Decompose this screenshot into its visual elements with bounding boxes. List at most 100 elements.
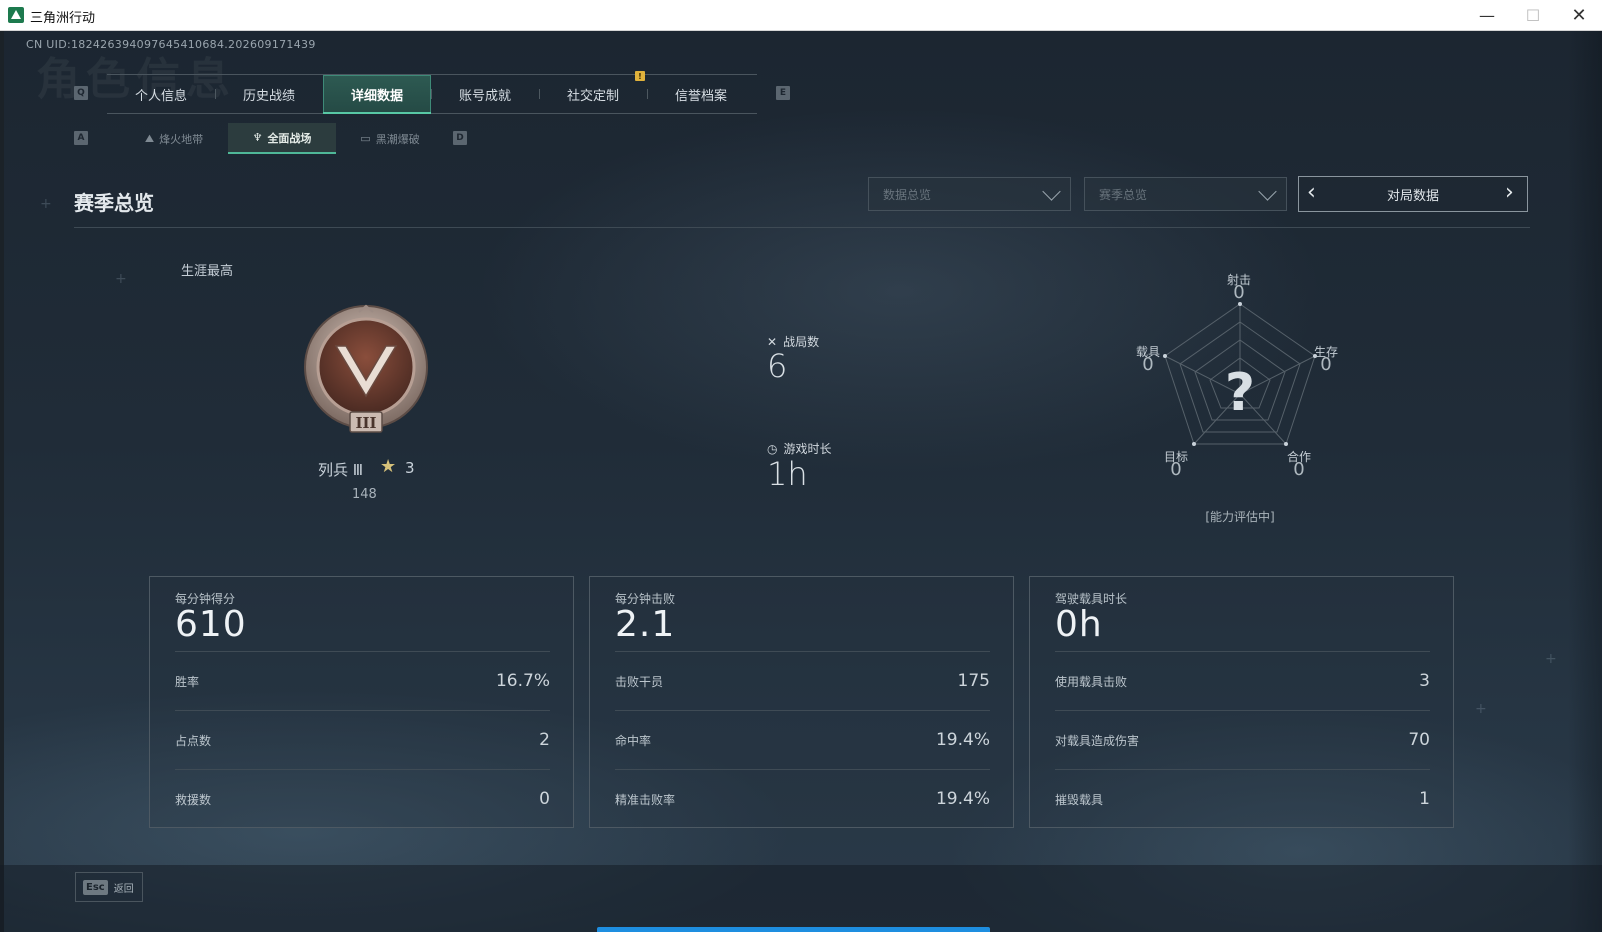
stat-label: 对载具造成伤害 [1055,733,1140,748]
card-main-value: 2.1 [615,604,676,645]
rank-name: 列兵 Ⅲ [318,461,364,479]
score-stats-card: 每分钟得分 610 胜率 16.7% 占点数 2 救援数 0 [149,576,574,828]
notification-badge: ! [635,71,645,81]
back-label: 返回 [113,883,134,895]
left-border [0,31,4,932]
stat-label: 胜率 [175,674,200,689]
stat-row: 使用载具击败 3 [1055,651,1430,710]
subtab-label: 烽火地带 [159,132,204,146]
stat-label: 占点数 [175,733,212,748]
stat-label: 摧毁载具 [1055,792,1104,807]
stat-row: 胜率 16.7% [175,651,550,710]
stat-value: 19.4% [935,730,990,750]
next-tab-key-hint[interactable]: E [776,86,790,100]
chevron-down-icon [1258,182,1277,201]
dropdown-value: 数据总览 [883,187,932,202]
main-tab-bar: 个人信息 历史战绩 详细数据 账号成就 社交定制 信誉档案 [107,74,757,114]
ability-radar-chart: ? [1163,302,1317,446]
pager-label: 对局数据 [1386,188,1439,204]
stat-value: 3 [1419,671,1430,691]
rank-medal-icon: III [304,304,428,433]
stat-row: 占点数 2 [175,710,550,769]
tab-social-customization[interactable]: 社交定制 [539,75,647,113]
rank-star-count: 3 [405,459,415,477]
tower-icon: ♆ [252,131,263,144]
maximize-button[interactable]: ☐ [1510,0,1556,30]
matches-label-text: 战局数 [783,335,820,349]
season-dropdown[interactable]: 赛季总览 [1084,177,1287,211]
unknown-icon: ? [1225,363,1255,423]
chevron-down-icon [1042,182,1061,201]
tab-credit-record[interactable]: 信誉档案 [647,75,755,113]
stat-label: 命中率 [615,733,652,748]
radar-value-shooting: 0 [1233,282,1245,303]
player-uid: CN UID:1824263940976454106​84.2026091714… [26,38,316,51]
back-button[interactable]: Esc 返回 [75,872,143,902]
loading-progress-bar [597,927,990,932]
stat-value: 16.7% [495,671,550,691]
subtab-label: 黑潮爆破 [375,132,420,146]
bottom-bar [0,865,1602,932]
prev-subtab-key-hint[interactable]: A [74,131,88,145]
stat-row: 命中率 19.4% [615,710,990,769]
stat-label: 使用载具击败 [1055,674,1128,689]
card-main-value: 0h [1055,604,1103,645]
career-highest-label: 生涯最高 [181,264,234,279]
matches-value: 6 [767,347,788,385]
app-logo-icon [8,7,24,23]
prev-tab-key-hint[interactable]: Q [74,86,88,100]
stat-label: 击败干员 [615,674,664,689]
subtab-label: 全面战场 [267,131,312,145]
subtab-blackout-demolition[interactable]: ▭ 黑潮爆破 [336,123,444,154]
clock-icon: ◷ [767,441,778,456]
stat-row: 击败干员 175 [615,651,990,710]
right-border [1568,31,1602,932]
radar-value-cooperation: 0 [1293,459,1305,480]
playtime-value: 1h [767,455,808,493]
map-icon: ▭ [360,132,371,145]
radar-value-vehicle: 0 [1142,354,1154,375]
rank-score: 148 [352,487,377,502]
vehicle-stats-card: 驾驶载具时长 0h 使用载具击败 3 对载具造成伤害 70 摧毁载具 1 [1029,576,1454,828]
kill-stats-card: 每分钟击败 2.1 击败干员 175 命中率 19.4% 精准击败率 19.4% [589,576,1014,828]
tab-match-history[interactable]: 历史战绩 [215,75,323,113]
esc-key-hint: Esc [83,879,108,895]
stat-row: 救援数 0 [175,769,550,828]
dropdown-value: 赛季总览 [1099,187,1148,202]
card-main-value: 610 [175,604,247,645]
medal-numeral: III [355,414,376,432]
mode-tab-bar: ⛰ 烽火地带 ♆ 全面战场 ▭ 黑潮爆破 [120,123,444,154]
stat-row: 精准击败率 19.4% [615,769,990,828]
minimize-button[interactable]: — [1464,0,1510,30]
close-button[interactable]: ✕ [1556,0,1602,30]
data-type-dropdown[interactable]: 数据总览 [868,177,1071,211]
subtab-operations-zone[interactable]: ⛰ 烽火地带 [120,123,228,154]
stat-value: 0 [539,789,550,809]
tab-detailed-data[interactable]: 详细数据 [323,75,431,114]
star-icon: ★ [380,456,397,477]
tab-personal-info[interactable]: 个人信息 [107,75,215,113]
tab-account-achievements[interactable]: 账号成就 [431,75,539,113]
stat-label: 精准击败率 [615,792,676,807]
window-titlebar: 三角洲行动 — ☐ ✕ [0,0,1602,31]
data-pager: ‹ 对局数据 › [1298,176,1528,212]
chevron-left-icon[interactable]: ‹ [1307,182,1321,204]
radar-status: [能力评估中] [1205,510,1275,524]
stat-value: 1 [1419,789,1430,809]
stat-value: 175 [957,671,990,691]
stat-value: 70 [1408,730,1430,750]
stat-value: 2 [539,730,550,750]
section-divider [74,227,1530,228]
game-screen: 角色信息 CN UID:1824263940976454106​84.20260… [0,31,1602,932]
stat-value: 19.4% [935,789,990,809]
section-title: 赛季总览 [74,191,154,215]
radar-value-objective: 0 [1170,459,1182,480]
stat-row: 摧毁载具 1 [1055,769,1430,828]
radar-value-survival: 0 [1320,354,1332,375]
chevron-right-icon[interactable]: › [1505,182,1519,204]
mountain-icon: ⛰ [144,131,155,145]
stat-label: 救援数 [175,792,212,807]
next-subtab-key-hint[interactable]: D [453,131,467,145]
subtab-full-battlefield[interactable]: ♆ 全面战场 [228,123,336,154]
window-title: 三角洲行动 [30,11,96,26]
